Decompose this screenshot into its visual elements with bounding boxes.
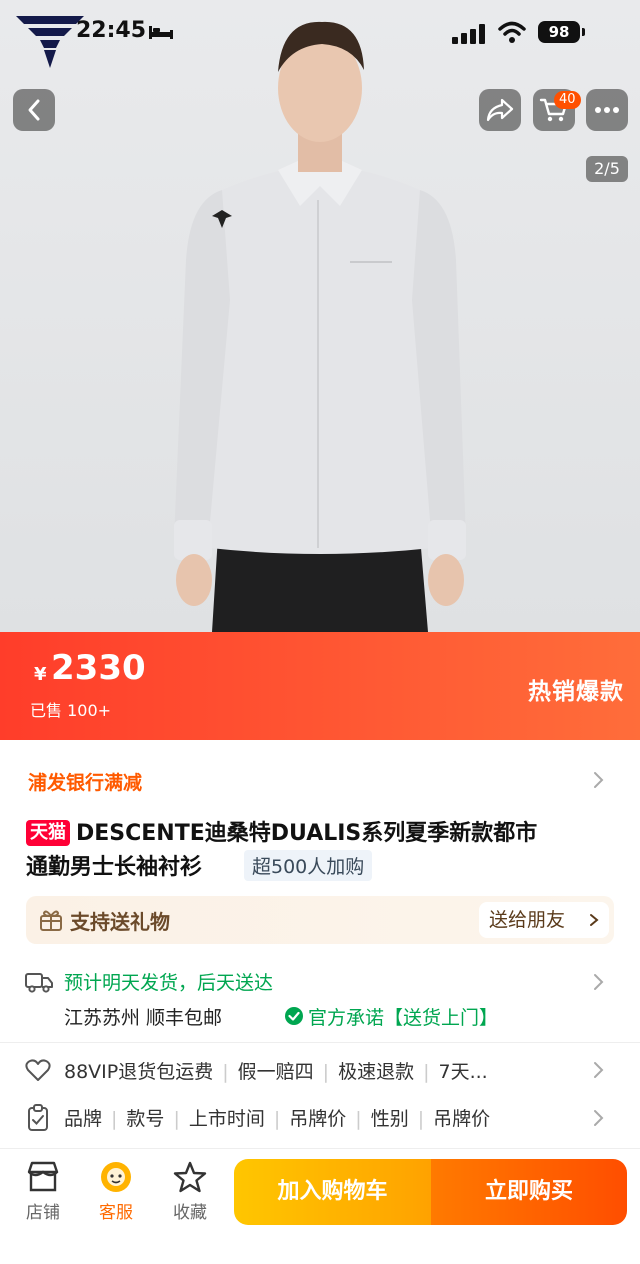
official-promise: 官方承诺【送货上门】: [308, 1007, 499, 1029]
back-icon: [28, 99, 40, 121]
tab-store[interactable]: 店铺: [15, 1160, 71, 1223]
chevron-right-icon: [594, 974, 604, 990]
chevron-right-icon: [594, 1110, 604, 1126]
store-icon: [27, 1161, 59, 1192]
param-item: 款号: [126, 1108, 165, 1130]
shipping-origin: 江苏苏州 顺丰包邮: [64, 1007, 223, 1029]
back-button[interactable]: [13, 89, 55, 131]
chevron-right-icon: [594, 1062, 604, 1078]
service-item: 假一赔四: [237, 1061, 314, 1083]
cart-count-badge: 40: [554, 91, 581, 109]
service-item: 7天...: [438, 1061, 488, 1083]
sleep-icon: [149, 26, 173, 39]
more-button[interactable]: [586, 89, 628, 131]
product-image[interactable]: 22:45 98 40 2/5: [0, 0, 640, 632]
chevron-right-icon: [594, 772, 604, 788]
service-list: 88VIP退货包运费 | 假一赔四 | 极速退款 | 7天...: [64, 1061, 488, 1083]
gift-label: 支持送礼物: [70, 910, 170, 934]
add-to-cart-button[interactable]: 加入购物车: [234, 1159, 431, 1225]
param-item: 吊牌价: [433, 1108, 491, 1130]
share-button[interactable]: [479, 89, 521, 131]
status-time: 22:45: [76, 18, 147, 43]
share-icon: [486, 98, 514, 122]
image-page-indicator: 2/5: [586, 156, 628, 182]
param-list: 品牌 | 款号 | 上市时间 | 吊牌价 | 性别 | 吊牌价: [64, 1108, 491, 1130]
currency-symbol: ¥: [34, 664, 47, 685]
clipboard-icon: [28, 1104, 48, 1131]
wifi-icon: [498, 21, 526, 43]
cell-signal-icon: [452, 24, 485, 44]
hot-sale-label: 热销爆款: [528, 679, 624, 705]
divider: [0, 1042, 640, 1043]
product-title-line1: 天猫 DESCENTE迪桑特DUALIS系列夏季新款都市: [26, 815, 537, 847]
tmall-badge: 天猫: [26, 820, 70, 846]
param-item: 性别: [370, 1108, 409, 1130]
promo-label: 浦发银行满减: [28, 772, 143, 794]
buy-now-button[interactable]: 立即购买: [431, 1159, 627, 1225]
product-title-line2: 通勤男士长袖衬衫: [26, 855, 203, 880]
product-title-text: DESCENTE迪桑特DUALIS系列夏季新款都市: [76, 821, 538, 846]
send-to-friend-button[interactable]: 送给朋友: [479, 902, 609, 938]
param-item: 品牌: [64, 1108, 103, 1130]
battery-tip: [582, 28, 585, 36]
tab-favorite-label: 收藏: [173, 1203, 207, 1223]
service-item: 极速退款: [338, 1061, 415, 1083]
gift-icon: [40, 910, 62, 931]
tab-customer-service[interactable]: 客服: [88, 1160, 144, 1223]
sold-count: 已售 100+: [30, 701, 112, 720]
param-item: 吊牌价: [289, 1108, 347, 1130]
chevron-right-icon: [590, 914, 599, 926]
descente-logo: [16, 16, 84, 68]
service-item: 88VIP退货包运费: [64, 1061, 214, 1083]
shipping-estimate: 预计明天发货，后天送达: [64, 972, 274, 994]
check-icon: [285, 1007, 303, 1025]
price: 2330: [51, 648, 146, 688]
add-to-cart-count: 超500人加购: [244, 850, 373, 881]
star-icon: [173, 1161, 207, 1193]
service-icon: [101, 1162, 131, 1192]
tab-store-label: 店铺: [26, 1203, 60, 1223]
tab-service-label: 客服: [99, 1203, 133, 1223]
truck-icon: [25, 973, 53, 993]
tab-favorite[interactable]: 收藏: [162, 1160, 218, 1223]
more-icon: [595, 107, 619, 113]
battery-level: 98: [538, 21, 580, 43]
param-item: 上市时间: [188, 1108, 265, 1130]
heart-icon: [25, 1059, 51, 1081]
send-to-friend-label: 送给朋友: [489, 909, 566, 931]
